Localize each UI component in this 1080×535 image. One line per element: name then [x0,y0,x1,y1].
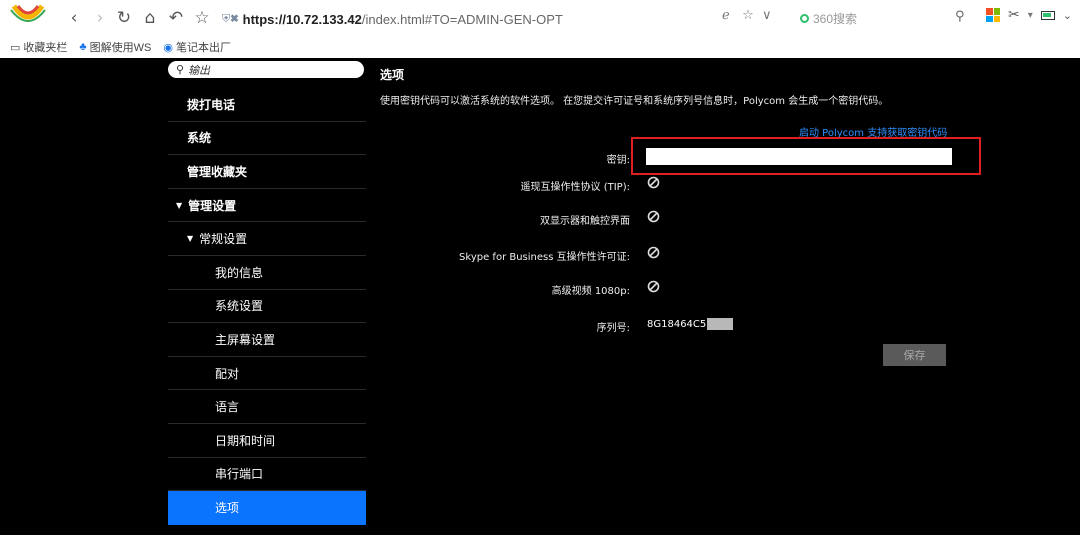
disabled-icon [647,246,660,259]
options-panel: 选项 使用密钥代码可以激活系统的软件选项。 在您提交许可证号和系统序列号信息时，… [380,58,1080,535]
refresh-icon[interactable]: ↻ [114,8,134,28]
search-icon[interactable]: ⚲ [955,9,965,24]
bookmark-favorites[interactable]: ▭ 收藏夹栏 [10,39,67,55]
back-icon[interactable]: ‹ [64,8,84,28]
sidebar-item-label: 语言 [215,400,240,415]
disabled-icon [647,176,660,189]
redaction-mask [707,318,734,330]
sidebar-item-label: 系统设置 [215,299,264,314]
sidebar-item-options[interactable]: 选项 [168,491,366,525]
sidebar-item-my-info[interactable]: 我的信息 [168,256,366,290]
address-bar[interactable]: ⛨✖ https://10.72.133.42/index.html#TO=AD… [222,8,792,30]
toolbar-icons: ✂ ▾ ⌄ [986,7,1072,23]
sidebar-item-general-settings[interactable]: ▼ 常规设置 [168,222,366,256]
dropdown-chevron-icon[interactable]: ∨ [762,8,772,23]
save-button[interactable]: 保存 [883,344,946,366]
option-label: 双显示器和触控界面 [540,216,630,227]
sidebar-item-label: 系统 [187,131,212,146]
sidebar-item-label: 选项 [215,501,240,516]
key-input[interactable] [646,148,952,165]
page-title: 选项 [380,68,405,82]
bookmarks-bar: ▭ 收藏夹栏 ♣ 图解使用WS ◉ 笔记本出厂 [0,36,1080,58]
home-icon[interactable]: ⌂ [140,8,160,28]
expand-triangle-icon: ▼ [187,234,194,244]
bookmark-star-icon[interactable]: ☆ [742,8,754,23]
serial-row: 序列号: 8G18464C5 [380,317,980,337]
sidebar-item-label: 主屏幕设置 [215,332,276,347]
sidebar-item-label: 日期和时间 [215,433,276,448]
option-row-skype: Skype for Business 互操作性许可证: [380,246,980,266]
sidebar-item-serial-port[interactable]: 串行端口 [168,458,366,492]
bookmark-label: 图解使用WS [89,42,152,54]
undo-icon[interactable]: ↶ [166,8,186,28]
url-host: https://10.72.133.42 [242,11,362,27]
search-engine-icon [800,13,809,23]
sidebar-item-place-call[interactable]: 拨打电话 [168,88,366,122]
sidebar-item-label: 拨打电话 [187,97,236,112]
sidebar-item-pairing[interactable]: 配对 [168,357,366,391]
serial-number: 8G18464C5 [647,318,734,330]
bookmark-tutorial[interactable]: ♣ 图解使用WS [79,39,151,55]
scissors-dropdown-icon[interactable]: ▾ [1028,10,1033,21]
note-icon: ◉ [163,41,173,54]
option-label: Skype for Business 互操作性许可证: [459,252,630,263]
sidebar-item-system-settings[interactable]: 系统设置 [168,290,366,324]
bookmark-notebook[interactable]: ◉ 笔记本出厂 [163,39,231,55]
tutorial-icon: ♣ [79,41,87,53]
sidebar-search-input[interactable]: ⚲ 输出 [168,61,364,78]
sidebar-nav: 拨打电话 系统 管理收藏夹 ▼ 管理设置 ▼ 常规设置 我的信息 系统设置 主屏幕设… [168,88,366,525]
option-row-tip: 遥现互操作性协议 (TIP): [380,176,980,196]
browser-toolbar: ‹ › ↻ ⌂ ↶ ☆ ⛨✖ https://10.72.133.42/inde… [0,0,1080,36]
expand-triangle-icon: ▼ [176,200,183,210]
sidebar-item-system[interactable]: 系统 [168,122,366,156]
favorite-star-icon[interactable]: ☆ [192,8,212,28]
bookmark-label: 收藏夹栏 [23,42,68,54]
option-row-dual-display: 双显示器和触控界面 [380,210,980,230]
sidebar-item-label: 我的信息 [215,265,264,280]
search-placeholder: 360搜索 [813,11,858,26]
option-label: 遥现互操作性协议 (TIP): [520,182,630,193]
admin-page: ⚲ 输出 拨打电话 系统 管理收藏夹 ▼ 管理设置 ▼ 常规设置 我的信息 系统设置… [0,58,1080,535]
sidebar-item-label: 管理设置 [188,198,237,213]
sidebar-item-label: 常规设置 [199,232,248,247]
scissors-icon[interactable]: ✂ [1008,7,1020,23]
folder-icon: ▭ [10,41,21,54]
sidebar-search-text: 输出 [188,63,211,77]
page-description: 使用密钥代码可以激活系统的软件选项。 在您提交许可证号和系统序列号信息时，Pol… [380,96,889,107]
option-row-video-1080p: 高级视频 1080p: [380,280,980,300]
address-bar-icons: ℯ ☆ ∨ [722,8,772,23]
sidebar-item-label: 管理收藏夹 [187,164,248,179]
option-label: 高级视频 1080p: [551,286,630,297]
sidebar-item-label: 配对 [215,366,240,381]
serial-value: 8G18464C5 [647,318,707,330]
disabled-icon [647,280,660,293]
key-label: 密钥: [606,155,630,166]
disabled-icon [647,210,660,223]
forward-icon[interactable]: › [90,8,110,28]
more-icon[interactable]: ⌄ [1063,9,1072,22]
sidebar-item-label: 串行端口 [215,467,264,482]
sidebar-item-language[interactable]: 语言 [168,390,366,424]
security-shield-icon: ⛨✖ [222,12,239,25]
battery-icon[interactable] [1040,10,1055,20]
sidebar-item-date-time[interactable]: 日期和时间 [168,424,366,458]
browser-logo-icon [10,4,46,22]
search-icon: ⚲ [176,63,185,76]
search-box[interactable]: 360搜索 [800,8,980,28]
compat-mode-icon[interactable]: ℯ [722,8,730,23]
browser-chrome: ‹ › ↻ ⌂ ↶ ☆ ⛨✖ https://10.72.133.42/inde… [0,0,1080,58]
sidebar-item-home-screen[interactable]: 主屏幕设置 [168,323,366,357]
sidebar-item-admin-settings[interactable]: ▼ 管理设置 [168,189,366,223]
serial-label: 序列号: [596,323,630,334]
url-path: /index.html#TO=ADMIN-GEN-OPT [361,11,563,27]
apps-grid-icon[interactable] [986,8,1000,22]
sidebar-item-manage-favorites[interactable]: 管理收藏夹 [168,155,366,189]
bookmark-label: 笔记本出厂 [175,42,231,54]
